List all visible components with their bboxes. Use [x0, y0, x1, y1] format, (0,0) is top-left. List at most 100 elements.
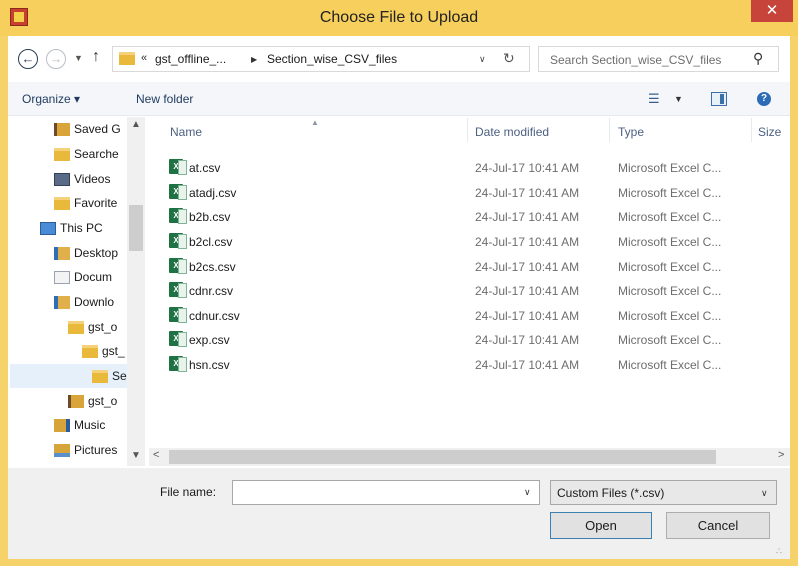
file-name-label: File name: — [160, 485, 217, 499]
file-type: Microsoft Excel C... — [618, 210, 722, 224]
breadcrumb-overflow[interactable]: « — [141, 52, 147, 64]
excel-csv-icon: X — [169, 208, 187, 224]
help-icon[interactable]: ? — [757, 92, 771, 106]
file-type: Microsoft Excel C... — [618, 161, 722, 175]
tree-item-videos[interactable]: Videos — [54, 167, 110, 191]
tree-item-label: Downlo — [74, 295, 115, 309]
tree-item-desktop[interactable]: Desktop — [54, 241, 118, 265]
file-row[interactable]: Xb2cl.csv 24-Jul-17 10:41 AM Microsoft Exc… — [167, 229, 757, 253]
tree-item-folder[interactable]: gst_o — [68, 389, 117, 413]
tree-item-saved-games[interactable]: Saved G — [54, 117, 121, 141]
column-header-name[interactable]: Name — [170, 125, 202, 139]
preview-pane-icon[interactable] — [711, 92, 727, 106]
file-row[interactable]: Xexp.csv 24-Jul-17 10:41 AM Microsoft Exce… — [167, 327, 757, 351]
recent-locations-dropdown[interactable]: ▼ — [74, 53, 83, 63]
hscroll-thumb[interactable] — [169, 450, 716, 464]
forward-button[interactable]: → — [46, 49, 66, 69]
file-row[interactable]: Xat.csv 24-Jul-17 10:41 AM Microsoft Excel… — [167, 155, 757, 179]
file-name-input[interactable] — [232, 480, 540, 505]
tree-item-label: gst_o — [88, 320, 118, 334]
file-name: cdnur.csv — [189, 309, 240, 323]
scroll-up-arrow[interactable]: ▲ — [131, 119, 141, 130]
search-input[interactable]: Search Section_wise_CSV_files — [550, 53, 721, 67]
excel-csv-icon: X — [169, 282, 187, 298]
desktop-icon — [54, 247, 70, 261]
organize-button[interactable]: Organize ▾ — [22, 92, 80, 106]
pictures-icon — [54, 444, 70, 458]
file-row[interactable]: Xcdnr.csv 24-Jul-17 10:41 AM Microsoft Exc… — [167, 278, 757, 302]
tree-item-label: Se — [112, 369, 127, 383]
address-dropdown[interactable]: ∨ — [479, 54, 486, 65]
tree-item-searches[interactable]: Searche — [54, 142, 119, 166]
file-row[interactable]: Xb2cs.csv 24-Jul-17 10:41 AM Microsoft Exc… — [167, 254, 757, 278]
refresh-icon[interactable]: ↻ — [503, 50, 515, 67]
column-header-date[interactable]: Date modified — [475, 125, 549, 139]
tree-item-pictures[interactable]: Pictures — [54, 438, 117, 462]
saved-games-icon — [54, 123, 70, 137]
search-box[interactable]: Search Section_wise_CSV_files ⚲ — [538, 46, 779, 72]
searches-icon — [54, 148, 70, 162]
tree-item-label: Docum — [74, 270, 113, 284]
file-date: 24-Jul-17 10:41 AM — [475, 186, 580, 200]
breadcrumb-separator[interactable]: ▶ — [251, 55, 257, 64]
file-type-filter[interactable]: Custom Files (*.csv) ∨ — [550, 480, 777, 505]
downloads-icon — [54, 296, 70, 310]
up-folder-button[interactable]: ↑ — [92, 48, 100, 66]
new-folder-button[interactable]: New folder — [136, 92, 193, 106]
excel-csv-icon: X — [169, 159, 187, 175]
nav-pane-scrollbar[interactable] — [127, 117, 145, 466]
tree-item-label: Desktop — [74, 246, 119, 260]
file-type: Microsoft Excel C... — [618, 358, 722, 372]
breadcrumb-item[interactable]: Section_wise_CSV_files — [267, 52, 397, 66]
excel-csv-icon: X — [169, 258, 187, 274]
folder-icon — [119, 52, 135, 65]
title-bar[interactable]: Choose File to Upload ✕ — [0, 0, 798, 36]
tree-item-documents[interactable]: Docum — [54, 265, 112, 289]
column-divider[interactable] — [609, 118, 610, 142]
column-divider[interactable] — [467, 118, 468, 142]
file-name: hsn.csv — [189, 358, 230, 372]
videos-icon — [54, 173, 70, 187]
excel-csv-icon: X — [169, 184, 187, 200]
sort-ascending-icon: ▲ — [311, 118, 319, 127]
tree-item-this-pc[interactable]: This PC — [40, 216, 103, 240]
scroll-left-arrow[interactable]: < — [153, 449, 159, 461]
cancel-button[interactable]: Cancel — [666, 512, 770, 539]
tree-item-label: Pictures — [74, 443, 118, 457]
tree-item-folder[interactable]: gst_o — [68, 315, 117, 339]
file-date: 24-Jul-17 10:41 AM — [475, 358, 580, 372]
chevron-down-icon[interactable]: ∨ — [761, 488, 768, 499]
tree-item-downloads[interactable]: Downlo — [54, 290, 114, 314]
scroll-right-arrow[interactable]: > — [778, 449, 784, 461]
breadcrumb-item[interactable]: gst_offline_... — [155, 52, 226, 66]
file-row[interactable]: Xatadj.csv 24-Jul-17 10:41 AM Microsoft Ex… — [167, 180, 757, 204]
close-button[interactable]: ✕ — [751, 0, 793, 22]
file-row[interactable]: Xcdnur.csv 24-Jul-17 10:41 AM Microsoft Ex… — [167, 303, 757, 327]
music-icon — [54, 419, 70, 433]
nav-pane-scroll-thumb[interactable] — [129, 205, 143, 251]
search-icon[interactable]: ⚲ — [753, 50, 763, 67]
file-row[interactable]: Xhsn.csv 24-Jul-17 10:41 AM Microsoft Exce… — [167, 352, 757, 376]
file-name-dropdown-arrow[interactable]: ∨ — [524, 487, 531, 498]
tree-item-label: Favorite — [74, 196, 118, 210]
tree-item-selected-folder[interactable]: Se — [10, 364, 127, 388]
address-bar[interactable]: « gst_offline_... ▶ Section_wise_CSV_fil… — [112, 46, 530, 72]
resize-grip-icon[interactable]: ∴ — [776, 546, 782, 557]
tree-item-music[interactable]: Music — [54, 413, 105, 437]
dialog-client: ← → ▼ ↑ « gst_offline_... ▶ Section_wise… — [8, 36, 790, 559]
change-view-icon[interactable]: ☰ — [648, 91, 660, 107]
scroll-down-arrow[interactable]: ▼ — [131, 450, 141, 461]
column-header-type[interactable]: Type — [618, 125, 644, 139]
column-divider[interactable] — [751, 118, 752, 142]
file-row[interactable]: Xb2b.csv 24-Jul-17 10:41 AM Microsoft Exce… — [167, 204, 757, 228]
open-button[interactable]: Open — [550, 512, 652, 539]
file-type: Microsoft Excel C... — [618, 235, 722, 249]
file-date: 24-Jul-17 10:41 AM — [475, 333, 580, 347]
tree-item-folder[interactable]: gst_ — [82, 339, 125, 363]
back-button[interactable]: ← — [18, 49, 38, 69]
tree-item-favorites[interactable]: Favorite — [54, 191, 117, 215]
excel-csv-icon: X — [169, 356, 187, 372]
file-type: Microsoft Excel C... — [618, 260, 722, 274]
view-options-dropdown[interactable]: ▼ — [674, 94, 683, 104]
column-header-size[interactable]: Size — [758, 125, 781, 139]
